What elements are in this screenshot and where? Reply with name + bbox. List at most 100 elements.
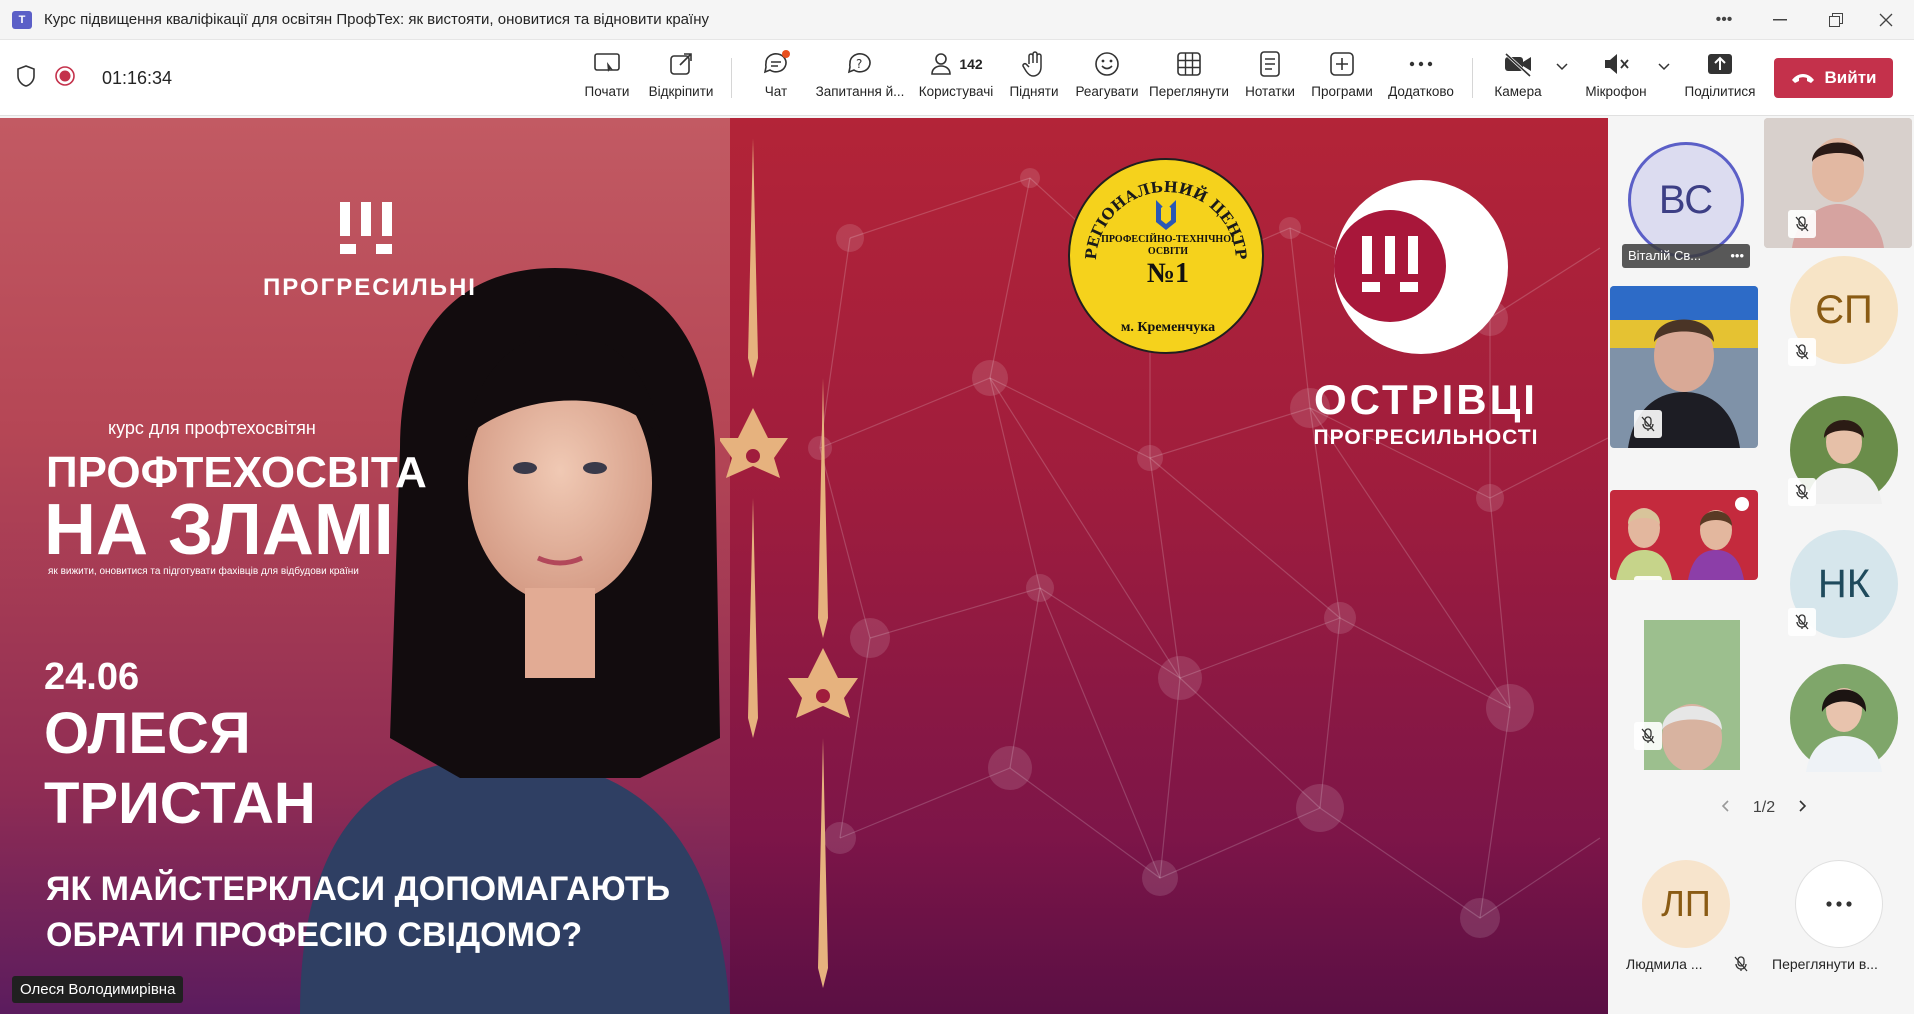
close-window-button[interactable]: [1858, 0, 1914, 40]
ellipsis-icon: [1408, 48, 1434, 80]
mic-off-icon: [1634, 576, 1662, 580]
participants-gallery: ВС Віталій Св... ••• ЄП НК 1/2 ЛП Людмил…: [1608, 118, 1914, 1014]
grid-icon: [1176, 48, 1202, 80]
shield-icon[interactable]: [16, 64, 36, 92]
mic-off-icon: [1634, 410, 1662, 438]
start-button[interactable]: Почати: [582, 48, 632, 108]
chevron-left-icon[interactable]: [1720, 799, 1730, 818]
page-indicator: 1/2: [1752, 799, 1776, 816]
emoji-icon: [1094, 48, 1120, 80]
participant-tile-photo[interactable]: [1764, 396, 1912, 514]
microphone-options-chevron[interactable]: [1654, 62, 1674, 122]
mic-off-icon: [1788, 210, 1816, 238]
hand-icon: [1022, 48, 1046, 80]
popout-icon: [668, 48, 694, 80]
topic-line-1: ЯК МАЙСТЕРКЛАСИ ДОПОМАГАЮТЬ: [46, 870, 671, 908]
progresylni-logo: [338, 200, 394, 263]
chevron-down-icon: [1556, 63, 1568, 71]
headline-line-2: НА ЗЛАМІ: [44, 490, 394, 570]
chevron-down-icon: [1658, 63, 1670, 71]
course-label: курс для профтехосвітян: [108, 418, 316, 438]
more-icon[interactable]: •••: [1730, 248, 1744, 264]
ornament-divider: [720, 138, 858, 988]
chat-button[interactable]: Чат: [756, 48, 796, 108]
more-options-button[interactable]: •••: [1696, 0, 1752, 40]
add-app-icon: [1329, 48, 1355, 80]
microphone-button[interactable]: Мікрофон: [1582, 48, 1650, 108]
popout-button[interactable]: Відкріпити: [644, 48, 718, 108]
apps-button[interactable]: Програми: [1308, 48, 1376, 108]
shared-content-stage: ПРОГРЕСИЛЬНІ курс для профтехосвітян ПРО…: [0, 118, 1608, 1014]
camera-options-chevron[interactable]: [1552, 62, 1572, 122]
view-more-label: Переглянути в...: [1772, 956, 1878, 972]
restore-button[interactable]: [1808, 0, 1864, 40]
meeting-toolbar: 01:16:34 Почати Відкріпити Чат ? Запитан…: [0, 40, 1914, 116]
participant-video: [1610, 286, 1758, 448]
slide-left-panel: ПРОГРЕСИЛЬНІ курс для профтехосвітян ПРО…: [0, 118, 730, 1014]
more-actions-button[interactable]: Додатково: [1384, 48, 1458, 108]
participant-video-tile[interactable]: [1610, 490, 1758, 580]
participant-video-tile[interactable]: [1610, 620, 1758, 770]
people-icon: 142: [929, 48, 983, 80]
seal-mid-text-2: ОСВІТИ: [1147, 246, 1189, 257]
notes-button[interactable]: Нотатки: [1240, 48, 1300, 108]
participant-tile-ep[interactable]: ЄП: [1764, 256, 1912, 380]
chat-icon: [762, 48, 790, 80]
leave-button[interactable]: Вийти: [1774, 58, 1893, 98]
share-icon: [1707, 48, 1733, 80]
speaker-last-name: ТРИСТАН: [44, 771, 316, 836]
mic-off-icon: [1788, 338, 1816, 366]
qa-icon: ?: [846, 48, 874, 80]
share-button[interactable]: Поділитися: [1682, 48, 1758, 108]
slide-right-panel: РЕГІОНАЛЬНИЙ ЦЕНТР ПРОФЕСІЙНО-ТЕХНІЧНОЇ …: [720, 118, 1608, 1014]
view-button[interactable]: Переглянути: [1148, 48, 1230, 108]
people-button[interactable]: 142 Користувачі: [916, 48, 996, 108]
participants-count: 142: [959, 56, 983, 72]
phone-hangup-icon: [1791, 74, 1814, 83]
speaker-mute-icon: [1602, 48, 1630, 80]
participant-video: [1610, 490, 1758, 580]
react-button[interactable]: Реагувати: [1072, 48, 1142, 108]
mic-off-icon: [1788, 608, 1816, 636]
participant-name-label: Людмила ...: [1626, 956, 1703, 972]
participant-video-tile[interactable]: [1764, 118, 1912, 248]
headline-subline: як вижити, оновитися та підготувати фахі…: [48, 566, 359, 577]
toolbar-divider: [1472, 58, 1473, 98]
toolbar-divider: [731, 58, 732, 98]
brand-name: ПРОГРЕСИЛЬНІ: [263, 274, 477, 301]
participant-tile-nk[interactable]: НК: [1764, 530, 1912, 654]
topic-line-2: ОБРАТИ ПРОФЕСІЮ СВІДОМО?: [46, 916, 583, 954]
minimize-button[interactable]: [1752, 0, 1808, 40]
teams-icon: T: [12, 10, 32, 29]
islands-subtitle: ПРОГРЕСИЛЬНОСТІ: [1313, 426, 1539, 449]
islands-logo-circle: [1334, 210, 1446, 322]
avatar: ВС: [1628, 142, 1744, 258]
regional-center-seal: РЕГІОНАЛЬНИЙ ЦЕНТР ПРОФЕСІЙНО-ТЕХНІЧНОЇ …: [1068, 158, 1264, 354]
qa-button[interactable]: ? Запитання й...: [814, 48, 906, 108]
notes-icon: [1259, 48, 1281, 80]
mic-off-icon: [1734, 956, 1748, 977]
participant-video-tile[interactable]: [1610, 286, 1758, 448]
participant-video: [1764, 118, 1912, 248]
mic-off-icon: [1634, 722, 1662, 750]
participant-tile-photo[interactable]: [1764, 664, 1912, 776]
chevron-right-icon[interactable]: [1798, 799, 1808, 818]
gallery-pagination: 1/2: [1720, 796, 1808, 820]
islands-logo: [1334, 180, 1508, 354]
event-date: 24.06: [44, 656, 140, 698]
chat-unread-dot: [782, 50, 790, 58]
avatar: ЛП: [1642, 860, 1730, 948]
participant-name-label: Віталій Св... •••: [1622, 244, 1750, 268]
view-more-participants-button[interactable]: Переглянути в...: [1762, 860, 1912, 982]
raise-hand-button[interactable]: Підняти: [1006, 48, 1062, 108]
recording-icon: [54, 65, 76, 92]
speaker-first-name: ОЛЕСЯ: [44, 701, 251, 766]
participant-tile-lp[interactable]: ЛП Людмила ...: [1618, 860, 1754, 982]
window-titlebar: T Курс підвищення кваліфікації для освіт…: [0, 0, 1914, 40]
presenter-name-tag: Олеся Володимирівна: [12, 976, 184, 1003]
participant-tile-vs[interactable]: ВС Віталій Св... •••: [1610, 118, 1758, 270]
ellipsis-icon: [1795, 860, 1883, 948]
avatar: [1790, 664, 1898, 772]
camera-button[interactable]: Камера: [1490, 48, 1546, 108]
meeting-status: 01:16:34: [16, 40, 172, 116]
